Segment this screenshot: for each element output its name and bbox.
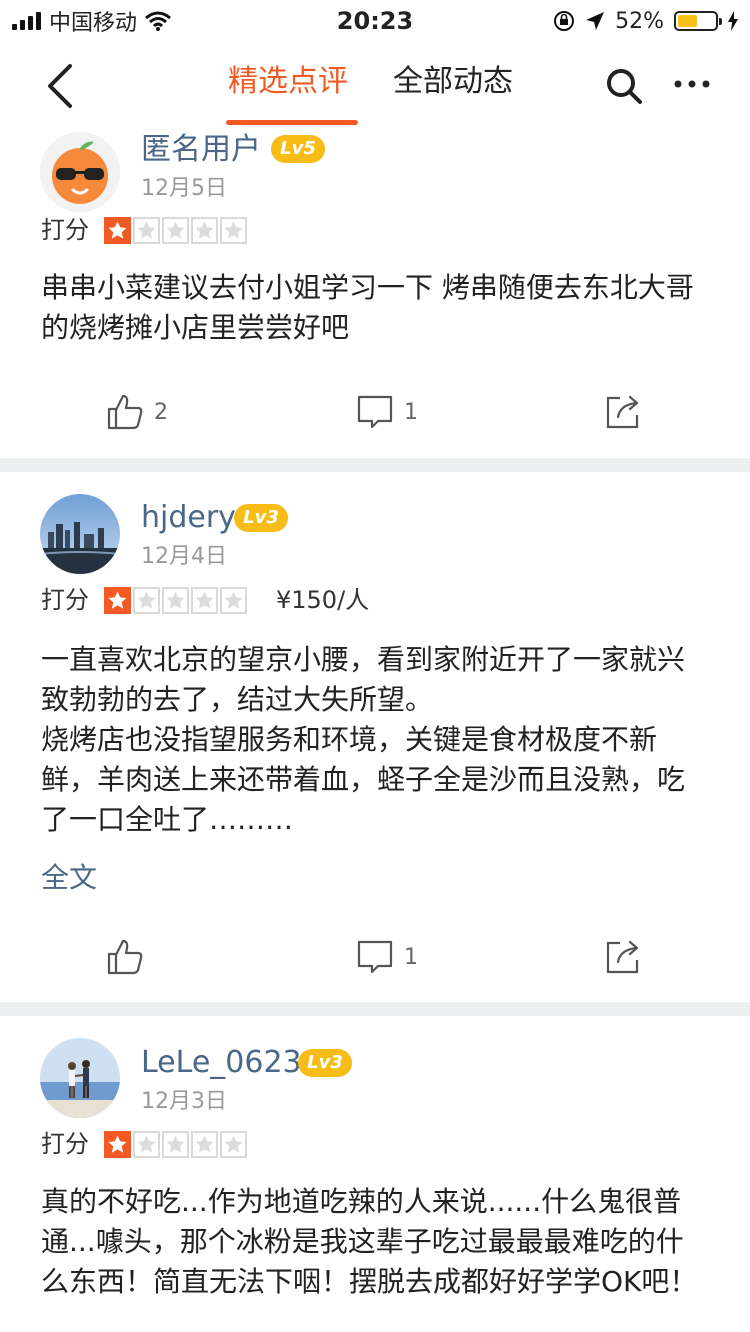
tab-featured-reviews[interactable]: 精选点评 — [228, 60, 348, 104]
status-right: 52% — [553, 6, 738, 36]
tab-all-activity[interactable]: 全部动态 — [393, 60, 513, 104]
active-tab-indicator — [226, 120, 358, 125]
thumbs-up-icon — [107, 394, 143, 430]
star-empty-icon — [162, 1131, 189, 1158]
star-filled-icon — [104, 587, 131, 614]
review-date: 12月5日 — [141, 176, 227, 201]
full-text-link[interactable]: 全文 — [41, 858, 97, 898]
star-rating — [104, 217, 247, 244]
star-empty-icon — [133, 587, 160, 614]
review-actions: 1 — [0, 938, 750, 978]
price-per-person: ¥150/人 — [276, 586, 370, 614]
comment-icon — [357, 940, 393, 974]
like-button[interactable]: 2 — [106, 393, 168, 431]
username[interactable]: hjdery — [141, 498, 236, 538]
star-empty-icon — [191, 217, 218, 244]
back-arrow-icon[interactable] — [40, 62, 80, 110]
thumbs-up-icon — [107, 939, 143, 975]
comment-count: 1 — [404, 944, 418, 970]
status-bar: 中国移动 20:23 52% — [0, 0, 750, 42]
review-card: LeLe_0623 Lv3 12月3日 打分 真的不好吃...作为地道吃辣的人来… — [0, 1016, 750, 1332]
star-empty-icon — [162, 587, 189, 614]
username[interactable]: LeLe_0623 — [141, 1043, 302, 1083]
review-date: 12月3日 — [141, 1089, 227, 1114]
review-paragraph: 真的不好吃...作为地道吃辣的人来说......什么鬼很普通...噱头，那个冰粉… — [41, 1185, 698, 1298]
section-divider — [0, 1002, 750, 1016]
star-empty-icon — [191, 587, 218, 614]
star-filled-icon — [104, 1131, 131, 1158]
score-label: 打分 — [41, 586, 89, 614]
search-icon[interactable] — [604, 66, 644, 106]
review-paragraph: 一直喜欢北京的望京小腰，看到家附近开了一家就兴致勃勃的去了，结过大失所望。 — [41, 643, 686, 716]
user-level-badge: Lv3 — [234, 504, 288, 532]
share-button[interactable] — [604, 393, 642, 431]
star-filled-icon — [104, 217, 131, 244]
star-empty-icon — [133, 217, 160, 244]
like-button[interactable] — [106, 938, 144, 976]
username[interactable]: 匿名用户 — [141, 130, 261, 170]
star-empty-icon — [220, 587, 247, 614]
comment-count: 1 — [404, 399, 418, 425]
like-count: 2 — [154, 399, 168, 425]
orientation-lock-icon — [554, 11, 575, 31]
star-empty-icon — [191, 1131, 218, 1158]
comment-button[interactable]: 1 — [356, 393, 418, 431]
review-text: 串串小菜建议去付小姐学习一下 烤串随便去东北大哥的烧烤摊小店里尝尝好吧 — [41, 268, 711, 348]
charging-bolt-icon — [728, 11, 738, 31]
avatar[interactable] — [40, 132, 120, 212]
review-card: 匿名用户 Lv5 12月5日 打分 串串小菜建议去付小姐学习一下 烤串随便去东北… — [0, 128, 750, 458]
share-icon — [606, 940, 639, 974]
location-arrow-icon — [586, 12, 605, 30]
orange-sunglasses-avatar-icon — [40, 132, 120, 212]
user-level-badge: Lv5 — [271, 135, 325, 163]
review-text: 一直喜欢北京的望京小腰，看到家附近开了一家就兴致勃勃的去了，结过大失所望。 烧烤… — [41, 640, 711, 840]
score-label: 打分 — [41, 1130, 89, 1158]
star-rating — [104, 587, 247, 614]
star-empty-icon — [220, 217, 247, 244]
more-options-icon[interactable] — [672, 64, 712, 104]
star-rating — [104, 1131, 247, 1158]
share-button[interactable] — [604, 938, 642, 976]
share-icon — [606, 395, 639, 429]
battery-icon — [674, 11, 722, 31]
review-date: 12月4日 — [141, 544, 227, 569]
comment-button[interactable]: 1 — [356, 938, 418, 976]
battery-percent: 52% — [615, 8, 664, 34]
avatar[interactable] — [40, 1038, 120, 1118]
star-empty-icon — [133, 1131, 160, 1158]
city-skyline-avatar-icon — [40, 494, 120, 574]
user-level-badge: Lv3 — [298, 1049, 352, 1077]
comment-icon — [357, 395, 393, 429]
star-empty-icon — [220, 1131, 247, 1158]
review-text: 真的不好吃...作为地道吃辣的人来说......什么鬼很普通...噱头，那个冰粉… — [41, 1182, 711, 1302]
review-paragraph: 串串小菜建议去付小姐学习一下 烤串随便去东北大哥的烧烤摊小店里尝尝好吧 — [41, 271, 694, 344]
review-paragraph: 烧烤店也没指望服务和环境，关键是食材极度不新鲜，羊肉送上来还带着血，蛏子全是沙而… — [41, 723, 686, 836]
star-empty-icon — [162, 217, 189, 244]
review-card: hjdery Lv3 12月4日 打分 ¥150/人 一直喜欢北京的望京小腰，看… — [0, 472, 750, 1002]
couple-beach-avatar-icon — [40, 1038, 120, 1118]
score-label: 打分 — [41, 216, 89, 244]
top-navigation: 精选点评 全部动态 — [0, 42, 750, 128]
section-divider — [0, 458, 750, 472]
avatar[interactable] — [40, 494, 120, 574]
review-actions: 2 1 — [0, 393, 750, 433]
